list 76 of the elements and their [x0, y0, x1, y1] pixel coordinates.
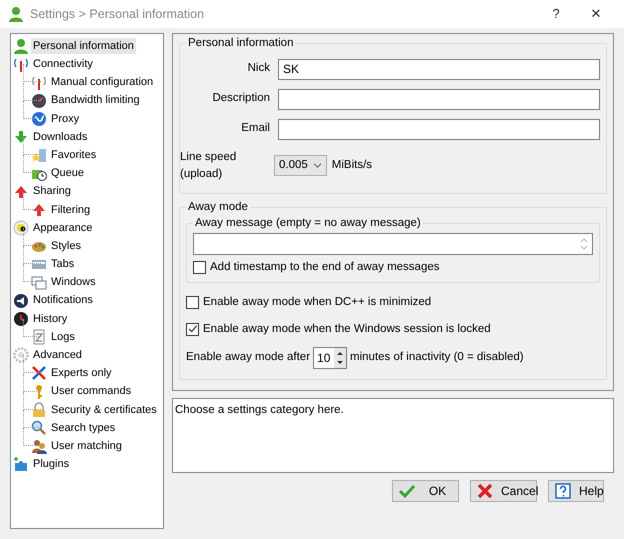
tree-item[interactable]: Filtering — [49, 202, 92, 218]
field-label: Nick — [246, 61, 270, 76]
text-field[interactable]: SK — [278, 58, 600, 80]
option-label: minutes of inactivity (0 = disabled) — [350, 350, 524, 366]
checkbox-label: Add timestamp to the end of away messages — [210, 260, 440, 275]
megaphone-icon — [13, 292, 29, 309]
text-field[interactable] — [278, 88, 600, 110]
tree-item[interactable]: Appearance — [31, 220, 94, 236]
group-title: Away mode — [187, 202, 249, 214]
tree-item[interactable]: Plugins — [31, 456, 72, 473]
description-text: Choose a settings category here. — [175, 404, 344, 416]
field-label: Description — [211, 91, 270, 106]
tree-item[interactable]: Proxy — [49, 110, 82, 128]
checkbox-label: Enable away mode when DC++ is minimized — [203, 295, 432, 310]
tree-item[interactable]: Windows — [49, 274, 98, 291]
chevron-down-icon — [312, 161, 322, 170]
up-arrow-icon — [31, 202, 47, 218]
group-title: Personal information — [187, 38, 294, 50]
help-button[interactable]: Help — [548, 480, 604, 502]
scroll-arrows-icon — [580, 236, 588, 252]
group-title: Away message (empty = no away message) — [194, 218, 422, 229]
tree-item[interactable]: User commands — [49, 383, 134, 400]
tree-item[interactable]: Search types — [49, 420, 118, 436]
tools-icon — [31, 365, 47, 382]
gauge-icon — [31, 92, 47, 109]
user-icon — [8, 6, 24, 22]
palette-icon — [13, 220, 29, 236]
checkbox-label: Enable away mode when the Windows session is locked — [203, 322, 491, 336]
check-icon — [399, 483, 415, 499]
tree-item[interactable]: Tabs — [49, 256, 76, 273]
tree-item[interactable]: Personal information — [31, 38, 136, 54]
tree-item[interactable]: User matching — [49, 438, 124, 454]
cancel-button[interactable]: Cancel — [470, 480, 537, 502]
tree-item[interactable]: Manual configuration — [49, 74, 156, 91]
tree-item[interactable]: Advanced — [31, 347, 84, 364]
magnifier-icon — [31, 420, 47, 436]
checkbox[interactable] — [186, 296, 199, 310]
clock-icon — [13, 310, 29, 327]
tree-item[interactable]: Favorites — [49, 146, 98, 164]
option-label: Enable away mode after — [186, 350, 310, 366]
away-message-field[interactable] — [193, 233, 593, 255]
star-folder-icon — [31, 147, 47, 164]
tree-item[interactable]: Styles — [49, 238, 83, 254]
tree-item[interactable]: Connectivity — [31, 56, 95, 73]
text-field[interactable] — [278, 118, 600, 140]
person-icon — [13, 38, 29, 54]
cross-icon — [477, 483, 493, 499]
window-title: Settings > Personal information — [30, 6, 204, 23]
ok-button[interactable]: OK — [392, 480, 459, 502]
minutes-spinner[interactable]: 10 — [313, 346, 348, 369]
tree-item[interactable]: Sharing — [31, 183, 73, 200]
tree-item[interactable]: Queue — [49, 165, 86, 182]
line-speed-dropdown[interactable]: 0.005 — [274, 155, 327, 176]
tree-item[interactable]: History — [31, 310, 70, 328]
checkbox[interactable] — [193, 261, 206, 274]
close-button[interactable]: ✕ — [576, 4, 616, 24]
help-button[interactable]: ? — [536, 4, 576, 24]
tree-item[interactable]: Downloads — [31, 128, 90, 146]
antenna-icon — [13, 56, 29, 72]
tree-item[interactable]: Bandwidth limiting — [49, 92, 142, 109]
tree-item[interactable]: Experts only — [49, 365, 114, 382]
field-label: Email — [240, 121, 270, 136]
unit-label: MiBits/s — [332, 158, 372, 174]
gear-icon — [13, 347, 29, 364]
globe-icon — [31, 110, 47, 127]
users-icon — [31, 438, 47, 454]
checkbox[interactable] — [186, 322, 199, 336]
question-icon — [555, 483, 571, 499]
windows-icon — [31, 274, 47, 291]
up-arrow-icon — [13, 184, 29, 200]
tree-item[interactable]: Notifications — [31, 292, 95, 309]
tree-item[interactable]: Logs — [49, 328, 77, 346]
down-arrow-icon — [13, 129, 29, 146]
field-label: Line speed (upload) — [180, 150, 238, 182]
tree-item[interactable]: Security & certificates — [49, 402, 159, 418]
puzzle-icon — [13, 456, 29, 472]
